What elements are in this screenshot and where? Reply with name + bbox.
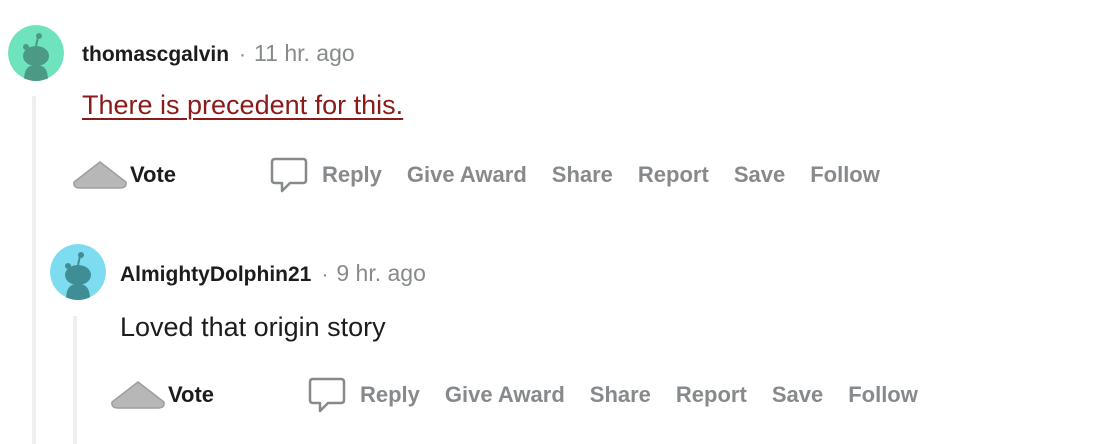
snoo-avatar-icon xyxy=(50,244,106,300)
thread-line-top-level[interactable] xyxy=(32,96,36,444)
reply-button[interactable]: Reply xyxy=(308,376,420,414)
reply-label: Reply xyxy=(322,162,382,187)
upvote-icon[interactable] xyxy=(110,380,166,410)
follow-button[interactable]: Follow xyxy=(810,162,880,188)
vote-control: Vote xyxy=(110,380,214,410)
comment-body: Loved that origin story xyxy=(120,312,386,342)
username[interactable]: AlmightyDolphin21 xyxy=(120,263,311,287)
timestamp[interactable]: 9 hr. ago xyxy=(336,260,426,287)
avatar[interactable] xyxy=(50,244,106,300)
follow-button[interactable]: Follow xyxy=(848,382,918,408)
vote-control: Vote xyxy=(72,160,176,190)
comment-action-bar: Vote Reply Give Award Share Report Save … xyxy=(72,155,972,195)
timestamp[interactable]: 11 hr. ago xyxy=(254,40,355,67)
save-button[interactable]: Save xyxy=(734,162,785,188)
upvote-icon[interactable] xyxy=(72,160,128,190)
username[interactable]: thomascgalvin xyxy=(82,43,229,67)
comment-action-bar: Vote Reply Give Award Share Report Save … xyxy=(110,375,1010,415)
share-button[interactable]: Share xyxy=(552,162,613,188)
vote-label: Vote xyxy=(130,162,177,187)
comment-meta: thomascgalvin · 11 hr. ago xyxy=(82,40,355,67)
snoo-avatar-icon xyxy=(8,25,64,81)
comment-actions: Reply Give Award Share Report Save Follo… xyxy=(308,376,943,414)
comment-meta: AlmightyDolphin21 · 9 hr. ago xyxy=(120,260,426,287)
reply-icon xyxy=(308,377,346,413)
report-button[interactable]: Report xyxy=(676,382,747,408)
reply-icon xyxy=(270,157,308,193)
meta-separator: · xyxy=(239,43,247,66)
thread-line-reply[interactable] xyxy=(73,316,77,444)
reply-label: Reply xyxy=(360,382,420,407)
avatar[interactable] xyxy=(8,25,64,81)
comment-body-link[interactable]: There is precedent for this. xyxy=(82,90,403,121)
give-award-button[interactable]: Give Award xyxy=(445,382,565,408)
meta-separator: · xyxy=(321,263,329,286)
vote-label: Vote xyxy=(168,382,215,407)
give-award-button[interactable]: Give Award xyxy=(407,162,527,188)
share-button[interactable]: Share xyxy=(590,382,651,408)
report-button[interactable]: Report xyxy=(638,162,709,188)
reply-button[interactable]: Reply xyxy=(270,156,382,194)
save-button[interactable]: Save xyxy=(772,382,823,408)
comment-actions: Reply Give Award Share Report Save Follo… xyxy=(270,156,905,194)
